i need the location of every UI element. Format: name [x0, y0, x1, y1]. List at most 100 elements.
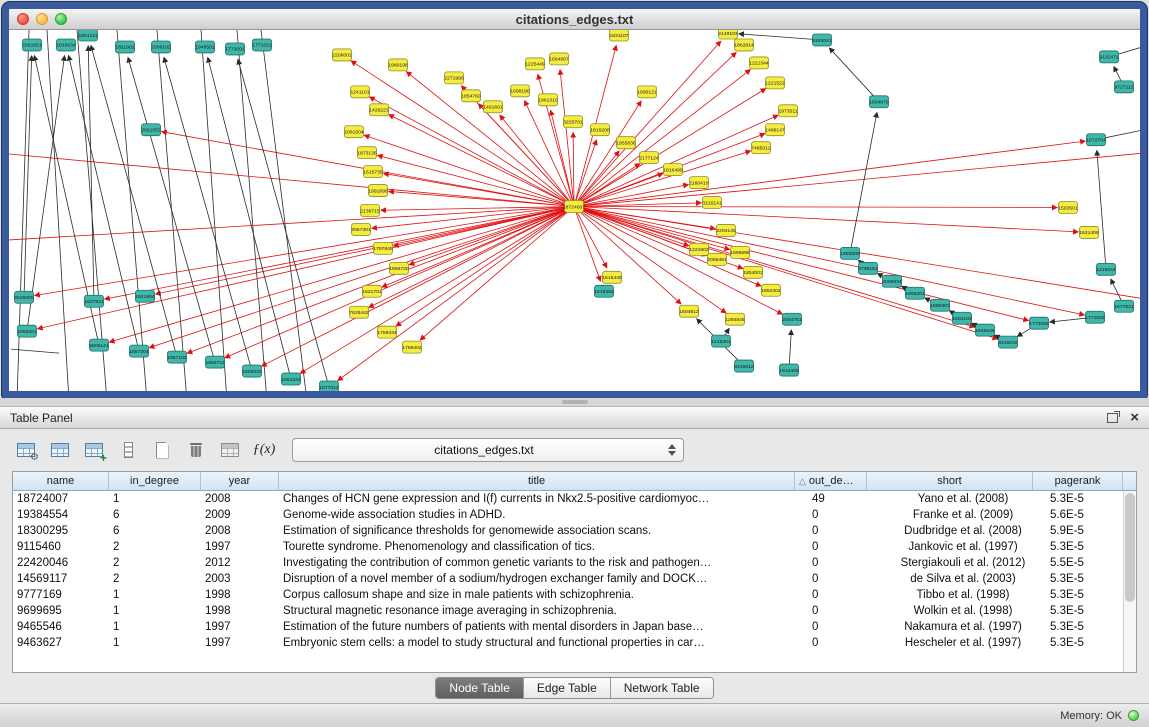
table-row[interactable]: 969969511998Structural magnetic resonanc…	[13, 603, 1136, 619]
graph-edge[interactable]	[850, 113, 877, 254]
graph-node[interactable]: 1077012	[319, 381, 339, 391]
graph-node[interactable]: 7485012	[751, 142, 771, 154]
graph-node[interactable]: 1797845	[373, 242, 393, 254]
graph-edge[interactable]	[69, 56, 139, 351]
graph-node[interactable]: 7625442	[349, 306, 369, 318]
table-cell-short[interactable]: Wolkin et al. (1998)	[880, 605, 1046, 617]
graph-node[interactable]: 2584751	[782, 313, 802, 325]
graph-edge[interactable]	[47, 30, 69, 391]
graph-edge[interactable]	[156, 207, 574, 294]
new-table-icon[interactable]	[148, 437, 176, 463]
graph-node[interactable]: 1515445	[602, 271, 622, 283]
graph-edge[interactable]	[261, 30, 307, 391]
graph-node[interactable]: 1866711	[205, 356, 224, 368]
graph-node[interactable]: 1488147	[765, 124, 785, 136]
table-cell-short[interactable]: Tibbo et al. (1998)	[880, 589, 1046, 601]
table-cell-short[interactable]: Stergiakouli et al. (2012)	[880, 557, 1046, 569]
graph-edge[interactable]	[407, 72, 574, 207]
graph-edge[interactable]	[829, 48, 879, 102]
graph-node[interactable]: 1956201	[17, 325, 37, 337]
table-cell-out_de[interactable]: 0	[808, 525, 880, 537]
graph-edge[interactable]	[574, 141, 1085, 206]
graph-node[interactable]: 1426223	[369, 104, 389, 116]
graph-node[interactable]: 2067301	[351, 223, 371, 235]
graph-node[interactable]: 2061051	[22, 39, 42, 51]
graph-edge[interactable]	[117, 30, 147, 391]
table-cell-name[interactable]: 19384554	[13, 509, 109, 521]
graph-node[interactable]: 2206001	[332, 49, 352, 61]
graph-node[interactable]: 1946501	[195, 41, 215, 53]
table-cell-in_degree[interactable]: 2	[109, 541, 201, 553]
graph-edge[interactable]	[35, 207, 574, 296]
graph-node[interactable]: 1672704	[1086, 134, 1106, 146]
graph-node[interactable]: 1690121	[637, 86, 657, 98]
graph-node[interactable]: 1677621	[1114, 300, 1134, 312]
graph-edge[interactable]	[574, 207, 1028, 321]
table-cell-short[interactable]: Jankovic et al. (1997)	[880, 541, 1046, 553]
table-row[interactable]: 1872400712008Changes of HCN gene express…	[13, 491, 1136, 507]
graph-edge[interactable]	[574, 207, 1084, 315]
column-functions-icon[interactable]: ⚙	[12, 437, 40, 463]
graph-node[interactable]: 1216401	[711, 335, 731, 347]
graph-node[interactable]: 1851244	[281, 373, 301, 385]
graph-node[interactable]: 2204145	[716, 224, 736, 236]
graph-node[interactable]: 1957102	[167, 351, 187, 363]
graph-edge[interactable]	[574, 207, 689, 246]
graph-node[interactable]: 1695032	[242, 365, 262, 377]
graph-edge[interactable]	[110, 207, 574, 343]
tab-edge-table[interactable]: Edge Table	[524, 678, 611, 698]
table-cell-out_de[interactable]: 0	[808, 541, 880, 553]
table-cell-out_de[interactable]: 0	[808, 509, 880, 521]
table-cell-year[interactable]: 2008	[201, 525, 279, 537]
table-cell-name[interactable]: 9699695	[13, 605, 109, 617]
column-header-short[interactable]: short	[867, 472, 1033, 490]
graph-node[interactable]: 1955836	[616, 137, 636, 149]
graph-node[interactable]: 1993009	[840, 247, 860, 259]
table-cell-name[interactable]: 18300295	[13, 525, 109, 537]
graph-node[interactable]: 1504912	[679, 305, 699, 317]
graph-node[interactable]: 1615735	[363, 166, 383, 178]
table-cell-name[interactable]: 14569117	[13, 573, 109, 585]
table-cell-in_degree[interactable]: 1	[109, 589, 201, 601]
table-cell-title[interactable]: Structural magnetic resonance image aver…	[279, 605, 808, 617]
graph-edge[interactable]	[574, 207, 1057, 208]
table-cell-year[interactable]: 1997	[201, 637, 279, 649]
table-cell-out_de[interactable]: 0	[808, 605, 880, 617]
graph-node[interactable]: 1901211	[78, 30, 97, 41]
graph-node[interactable]: 2006102	[151, 41, 171, 53]
graph-node[interactable]: 1621409	[1079, 226, 1099, 238]
column-header-out_de[interactable]: △out_de…	[795, 472, 867, 490]
graph-node[interactable]: 1816208	[590, 124, 610, 136]
graph-edge[interactable]	[574, 207, 707, 256]
zoom-window-button[interactable]	[55, 13, 67, 25]
table-cell-year[interactable]: 2003	[201, 573, 279, 585]
table-cell-short[interactable]: Franke et al. (2009)	[880, 509, 1046, 521]
graph-node[interactable]: 2149103	[718, 30, 738, 39]
table-cell-year[interactable]: 1997	[201, 541, 279, 553]
graph-edge[interactable]	[128, 58, 215, 363]
table-cell-out_de[interactable]: 0	[808, 557, 880, 569]
column-header-name[interactable]: name	[13, 472, 109, 490]
table-cell-out_de[interactable]: 0	[808, 589, 880, 601]
graph-node[interactable]: 1621701	[362, 285, 382, 297]
table-cell-year[interactable]: 1998	[201, 589, 279, 601]
graph-edge[interactable]	[38, 207, 574, 329]
network-graph[interactable]: 1872400722060011980198124110114262232081…	[9, 30, 1140, 391]
graph-edge[interactable]	[574, 101, 641, 206]
table-cell-title[interactable]: Genome-wide association studies in ADHD.	[279, 509, 808, 521]
graph-node[interactable]: 1221344	[749, 57, 769, 69]
table-cell-name[interactable]: 9463627	[13, 637, 109, 649]
table-cell-short[interactable]: de Silva et al. (2003)	[880, 573, 1046, 585]
graph-edge[interactable]	[560, 70, 574, 207]
graph-node[interactable]: 1773092	[1029, 317, 1049, 329]
tab-network-table[interactable]: Network Table	[611, 678, 713, 698]
table-row[interactable]: 911546021997Tourette syndrome. Phenomeno…	[13, 539, 1136, 555]
table-row[interactable]: 2242004622012Investigating the contribut…	[13, 555, 1136, 571]
table-row[interactable]: 946554611997Estimation of the future num…	[13, 619, 1136, 635]
graph-node[interactable]: 1221522	[765, 77, 785, 89]
table-cell-name[interactable]: 9115460	[13, 541, 109, 553]
graph-node[interactable]: 1827941	[84, 295, 104, 307]
table-cell-in_degree[interactable]: 2	[109, 573, 201, 585]
graph-node[interactable]: 1854302	[761, 284, 781, 296]
graph-edge[interactable]	[201, 30, 227, 391]
